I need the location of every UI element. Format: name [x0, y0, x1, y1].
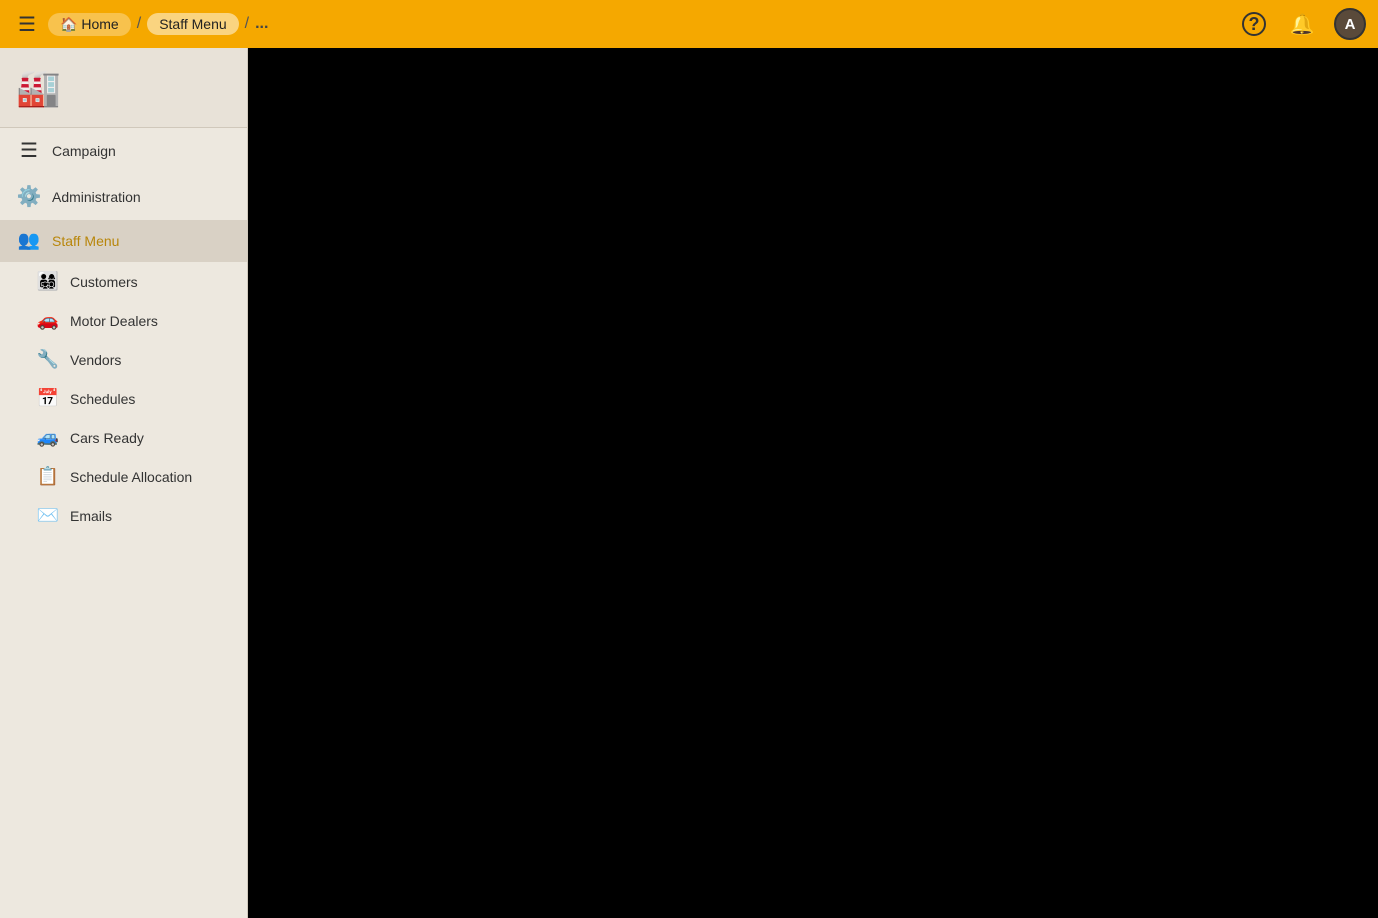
vendors-icon: 🔧 [36, 349, 60, 370]
header: ☰ 🏠 Home / Staff Menu / ... ? 🔔 A [0, 0, 1378, 48]
sidebar-item-staff-menu-label: Staff Menu [52, 233, 119, 249]
avatar[interactable]: A [1334, 8, 1366, 40]
breadcrumb-staff-menu[interactable]: Staff Menu [147, 13, 238, 35]
sidebar-item-administration-label: Administration [52, 189, 141, 205]
sidebar-subitem-emails[interactable]: ✉️ Emails [0, 496, 247, 535]
notification-icon: 🔔 [1290, 12, 1315, 37]
campaign-icon: ☰ [16, 138, 42, 163]
breadcrumb: 🏠 Home / Staff Menu / ... [48, 13, 269, 36]
sidebar-subitem-vendors-label: Vendors [70, 352, 121, 368]
breadcrumb-sep-1: / [137, 15, 141, 33]
notification-button[interactable]: 🔔 [1286, 8, 1318, 40]
sidebar-item-administration[interactable]: ⚙️ Administration [0, 174, 247, 220]
main-layout: 🏭 ☰ Campaign ⚙️ Administration 👥 Staff M… [0, 48, 1378, 918]
sidebar-subitem-motor-dealers-label: Motor Dealers [70, 313, 158, 329]
sidebar-subitem-vendors[interactable]: 🔧 Vendors [0, 340, 247, 379]
sidebar-nav: ☰ Campaign ⚙️ Administration 👥 Staff Men… [0, 128, 247, 918]
schedule-allocation-icon: 📋 [36, 466, 60, 487]
sidebar-subitem-schedules-label: Schedules [70, 391, 135, 407]
sidebar-subitem-cars-ready-label: Cars Ready [70, 430, 144, 446]
sidebar-subitem-customers[interactable]: 👨‍👩‍👧‍👦 Customers [0, 262, 247, 301]
customers-icon: 👨‍👩‍👧‍👦 [36, 271, 60, 292]
sidebar-item-staff-menu[interactable]: 👥 Staff Menu [0, 220, 247, 262]
sidebar-subitem-schedule-allocation-label: Schedule Allocation [70, 469, 192, 485]
help-button[interactable]: ? [1238, 8, 1270, 40]
staff-menu-icon: 👥 [16, 230, 42, 251]
hamburger-icon: ☰ [18, 12, 36, 37]
sidebar-item-campaign-label: Campaign [52, 143, 116, 159]
sidebar-subitem-emails-label: Emails [70, 508, 112, 524]
cars-ready-icon: 🚙 [36, 427, 60, 448]
home-icon: 🏠 [60, 16, 77, 33]
header-left: ☰ 🏠 Home / Staff Menu / ... [12, 8, 268, 41]
help-icon: ? [1242, 12, 1266, 36]
sidebar-subitem-schedule-allocation[interactable]: 📋 Schedule Allocation [0, 457, 247, 496]
main-content [248, 48, 1378, 918]
breadcrumb-staff-menu-label: Staff Menu [159, 16, 226, 32]
breadcrumb-sep-2: / [245, 15, 249, 33]
sidebar-subitem-motor-dealers[interactable]: 🚗 Motor Dealers [0, 301, 247, 340]
sidebar-subitem-customers-label: Customers [70, 274, 138, 290]
breadcrumb-home[interactable]: 🏠 Home [48, 13, 131, 36]
sidebar-item-campaign[interactable]: ☰ Campaign [0, 128, 247, 174]
sidebar-subitem-cars-ready[interactable]: 🚙 Cars Ready [0, 418, 247, 457]
logo-icon: 🏭 [16, 70, 61, 106]
sidebar-logo: 🏭 [0, 48, 247, 128]
administration-icon: ⚙️ [16, 184, 42, 209]
breadcrumb-home-label: Home [81, 16, 118, 32]
emails-icon: ✉️ [36, 505, 60, 526]
sidebar: 🏭 ☰ Campaign ⚙️ Administration 👥 Staff M… [0, 48, 248, 918]
motor-dealers-icon: 🚗 [36, 310, 60, 331]
schedules-icon: 📅 [36, 388, 60, 409]
header-right: ? 🔔 A [1238, 8, 1366, 40]
sidebar-subitem-schedules[interactable]: 📅 Schedules [0, 379, 247, 418]
breadcrumb-more-button[interactable]: ... [255, 15, 268, 33]
hamburger-button[interactable]: ☰ [12, 8, 42, 41]
